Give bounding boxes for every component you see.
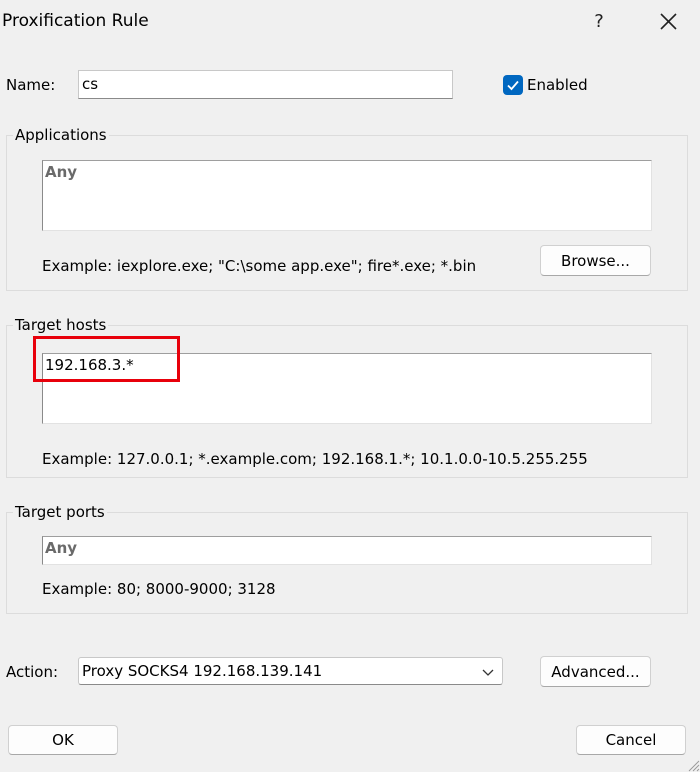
applications-group-label: Applications	[13, 126, 109, 144]
action-select[interactable]: Proxy SOCKS4 192.168.139.141	[78, 657, 503, 685]
window-title: Proxification Rule	[2, 11, 149, 31]
name-label: Name:	[6, 76, 56, 94]
enabled-label[interactable]: Enabled	[527, 76, 588, 94]
advanced-button[interactable]: Advanced...	[540, 656, 651, 687]
target-hosts-group-label: Target hosts	[13, 316, 109, 334]
checkmark-icon	[507, 80, 519, 91]
resize-grip-icon[interactable]	[686, 758, 700, 772]
target-ports-group-label: Target ports	[13, 503, 107, 521]
browse-button[interactable]: Browse...	[540, 245, 651, 276]
target-ports-input[interactable]: Any	[42, 536, 652, 565]
help-button[interactable]: ?	[584, 8, 614, 36]
close-icon	[660, 13, 677, 30]
applications-textarea[interactable]: Any	[42, 160, 652, 231]
highlight-box	[33, 336, 180, 382]
target-ports-example: Example: 80; 8000-9000; 3128	[42, 580, 276, 598]
cancel-button[interactable]: Cancel	[576, 725, 686, 755]
action-label: Action:	[6, 663, 59, 681]
action-selected-value: Proxy SOCKS4 192.168.139.141	[82, 662, 323, 680]
applications-value: Any	[45, 163, 78, 181]
chevron-down-icon	[482, 669, 494, 676]
applications-example: Example: iexplore.exe; "C:\some app.exe"…	[42, 257, 477, 275]
target-hosts-example: Example: 127.0.0.1; *.example.com; 192.1…	[42, 450, 588, 468]
close-button[interactable]	[652, 8, 684, 36]
enabled-checkbox[interactable]	[503, 75, 523, 95]
target-ports-value: Any	[45, 539, 78, 557]
name-input[interactable]: cs	[78, 70, 453, 99]
ok-button[interactable]: OK	[8, 725, 118, 755]
